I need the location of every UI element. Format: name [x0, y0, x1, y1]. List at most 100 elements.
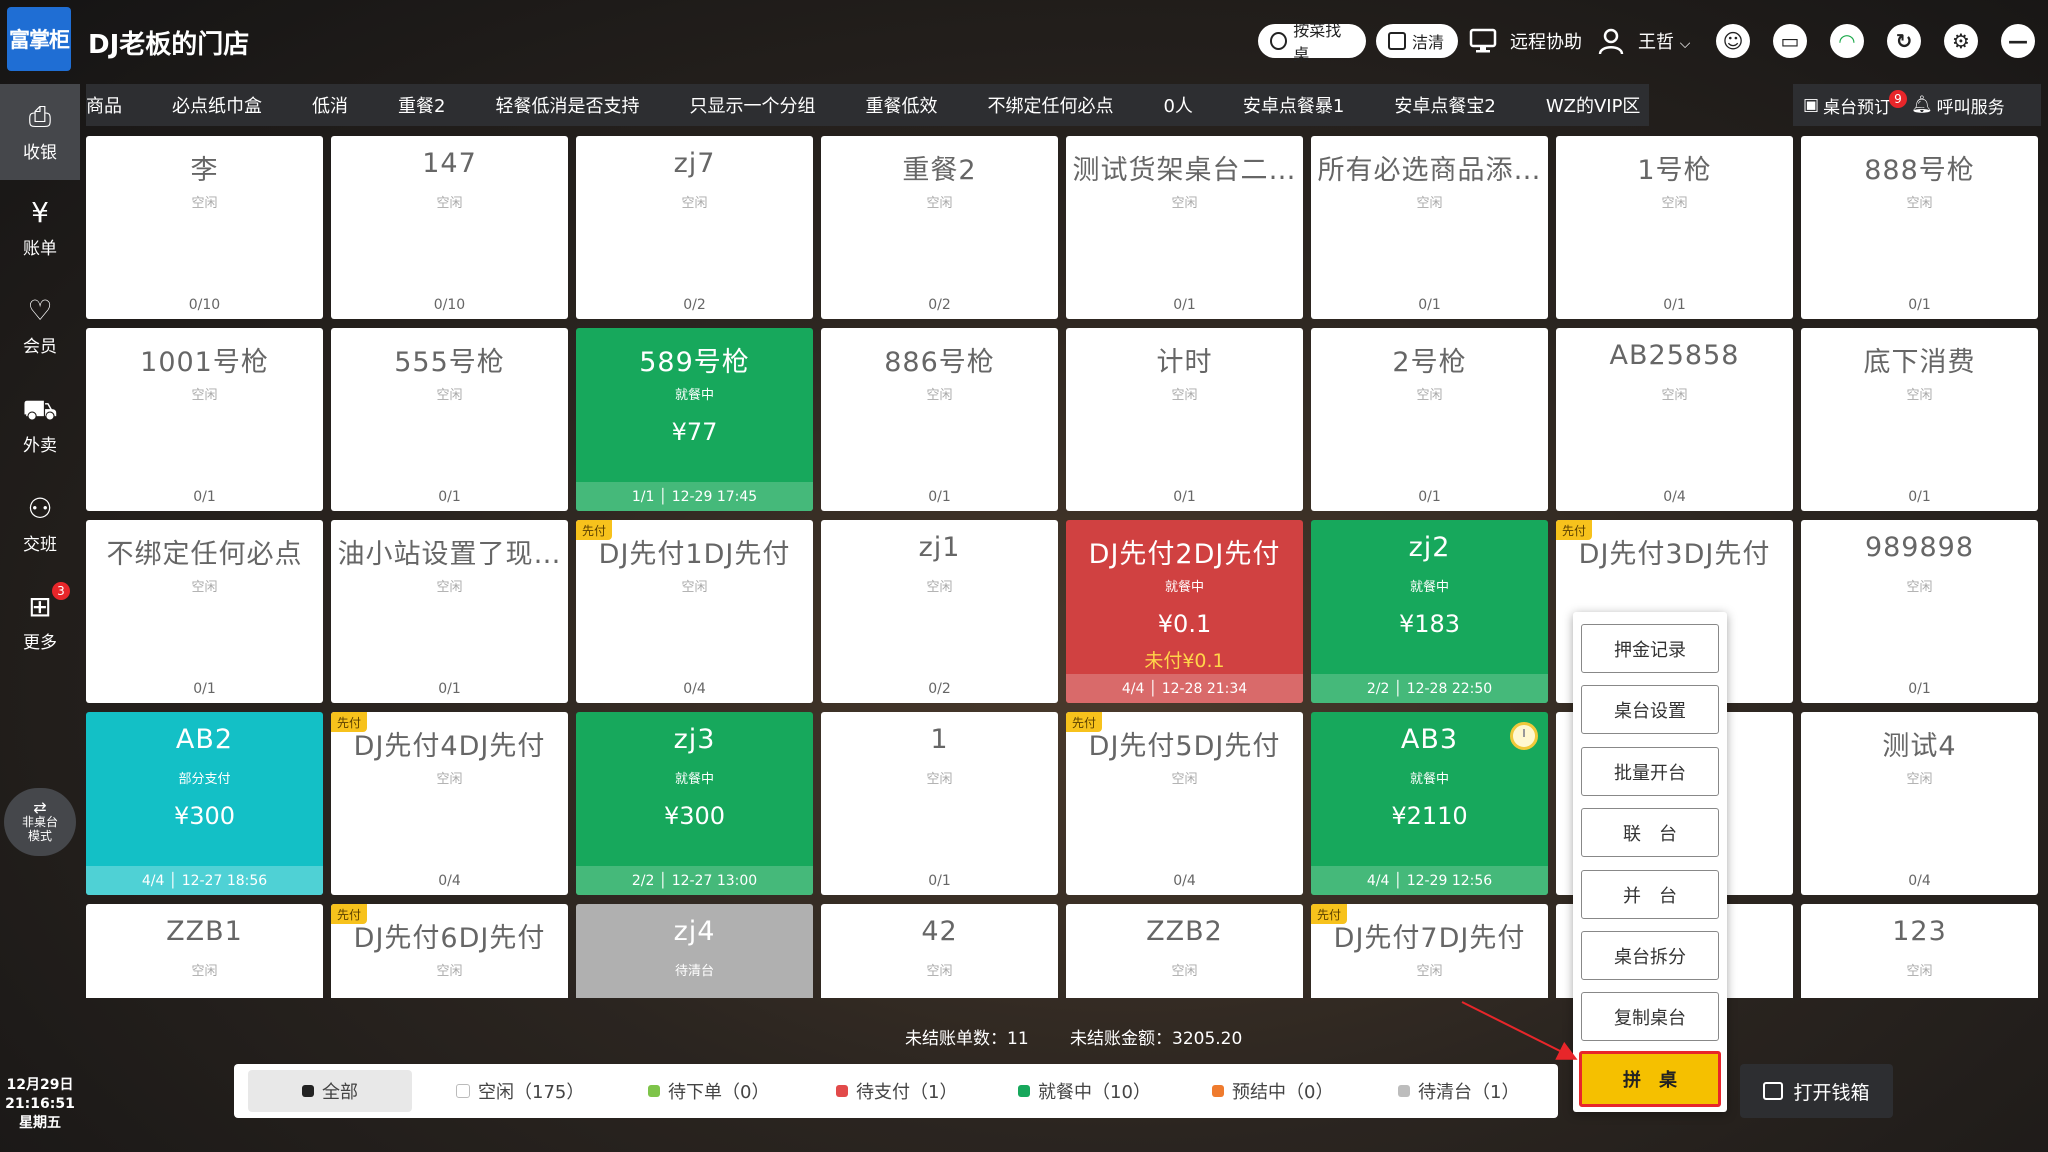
table-status: 空闲 — [436, 772, 463, 787]
table-card[interactable]: 1 空闲 0/1 — [821, 712, 1058, 895]
table-card[interactable]: 不绑定任何必点 空闲 0/1 — [86, 520, 323, 703]
remote-help-link[interactable]: 远程协助 — [1510, 28, 1582, 54]
filter-all[interactable]: 全部 — [248, 1070, 412, 1112]
settings-gear-icon[interactable]: ⚙ — [1940, 20, 1982, 62]
sidebar-item-more[interactable]: ⊞ 更多 3 — [0, 574, 80, 670]
customer-service-icon[interactable]: ☺ — [1712, 20, 1754, 62]
tab-area[interactable]: 重餐低效 — [840, 92, 962, 118]
table-card[interactable]: 1001号枪 空闲 0/1 — [86, 328, 323, 511]
table-status: 就餐中 — [1164, 580, 1204, 595]
minimize-icon[interactable]: — — [1997, 20, 2039, 62]
table-card[interactable]: 计时 空闲 0/1 — [1066, 328, 1303, 511]
table-card[interactable]: 589号枪 就餐中 ¥77 1/1 │ 12-29 17:45 — [576, 328, 813, 511]
table-card[interactable]: AB3 就餐中 ¥2110 4/4 │ 12-29 12:56 — [1311, 712, 1548, 895]
wifi-icon[interactable]: ◠ — [1826, 20, 1868, 62]
non-table-mode-button[interactable]: ⇄ 非桌台 模式 — [4, 788, 76, 856]
monitor-icon[interactable] — [1462, 20, 1504, 62]
table-name: 所有必选商品添… — [1317, 155, 1542, 186]
sidebar-item-delivery[interactable]: ⛟ 外卖 — [0, 377, 80, 473]
table-card[interactable]: 888号枪 空闲 0/1 — [1801, 136, 2038, 319]
mode-label-line1: 非桌台 — [21, 815, 58, 829]
table-card[interactable]: zj1 空闲 0/2 — [821, 520, 1058, 703]
table-name: 989898 — [1864, 532, 1975, 563]
sidebar-item-member[interactable]: ♡ 会员 — [0, 278, 80, 374]
table-card[interactable]: 油小站设置了现… 空闲 0/1 — [331, 520, 568, 703]
table-card[interactable]: DJ先付1DJ先付 空闲 0/4 先付 — [576, 520, 813, 703]
table-card[interactable]: 886号枪 空闲 0/1 — [821, 328, 1058, 511]
tab-area[interactable]: 重餐2 — [373, 92, 470, 118]
clean-button[interactable]: 洁清 — [1376, 24, 1458, 58]
deposit-records-item[interactable]: 押金记录 — [1581, 624, 1719, 673]
table-card[interactable]: 147 空闲 0/10 — [331, 136, 568, 319]
table-card[interactable]: ZZB1 空闲 — [86, 904, 323, 998]
brand-logo: 富掌柜 — [7, 7, 71, 71]
open-cash-drawer-button[interactable]: 打开钱箱 — [1740, 1064, 1893, 1118]
split-table-item[interactable]: 桌台拆分 — [1581, 931, 1719, 980]
table-card[interactable]: 2号枪 空闲 0/1 — [1311, 328, 1548, 511]
tab-area[interactable]: 轻餐低消是否支持 — [470, 92, 664, 118]
sidebar-item-cashier[interactable]: ⎙ 收银 — [0, 84, 80, 180]
more-badge: 3 — [52, 582, 70, 600]
table-amount: ¥183 — [1398, 610, 1461, 638]
table-card[interactable]: AB25858 空闲 0/4 — [1556, 328, 1793, 511]
call-service-button[interactable]: 🔔︎ 呼叫服务 — [1901, 93, 2015, 118]
screen-icon[interactable]: ▭ — [1769, 20, 1811, 62]
table-card[interactable]: AB2 部分支付 ¥300 4/4 │ 12-27 18:56 — [86, 712, 323, 895]
table-status: 空闲 — [1171, 196, 1198, 211]
table-card[interactable]: 测试货架桌台二… 空闲 0/1 — [1066, 136, 1303, 319]
table-card[interactable]: 123 空闲 — [1801, 904, 2038, 998]
table-card[interactable]: 重餐2 空闲 0/2 — [821, 136, 1058, 319]
share-table-item[interactable]: 拼 桌 — [1579, 1051, 1721, 1107]
filter-dining[interactable]: 就餐中（10） — [1018, 1064, 1151, 1118]
merge-tables-item[interactable]: 并 台 — [1581, 870, 1719, 919]
link-tables-item[interactable]: 联 台 — [1581, 808, 1719, 857]
tab-area[interactable]: 安卓点餐暴1 — [1218, 92, 1369, 118]
table-card[interactable]: 李空闲 0/10 — [86, 136, 323, 319]
search-by-dish-button[interactable]: 按菜找桌 — [1258, 21, 1366, 64]
table-card[interactable]: DJ先付6DJ先付 空闲 先付 — [331, 904, 568, 998]
tab-area[interactable]: 不绑定任何必点 — [962, 92, 1138, 118]
table-status: 空闲 — [1906, 580, 1933, 595]
table-guest-count: 0/1 — [193, 681, 216, 697]
tab-area[interactable]: 低消 — [287, 92, 373, 118]
filter-idle[interactable]: 空闲（175） — [456, 1064, 584, 1118]
refresh-icon[interactable]: ↻ — [1883, 20, 1925, 62]
user-menu[interactable]: 王哲 ⌵ — [1638, 28, 1690, 54]
table-card[interactable]: zj2 就餐中 ¥183 2/2 │ 12-28 22:50 — [1311, 520, 1548, 703]
table-card[interactable]: 底下消费 空闲 0/1 — [1801, 328, 2038, 511]
table-card[interactable]: 989898 空闲 0/1 — [1801, 520, 2038, 703]
table-card[interactable]: 1号枪 空闲 0/1 — [1556, 136, 1793, 319]
tab-area[interactable]: 必点纸巾盒 — [147, 92, 287, 118]
tab-area[interactable]: 商品 — [86, 92, 147, 118]
sidebar-item-bills[interactable]: ¥ 账单 — [0, 180, 80, 276]
sidebar-item-shift[interactable]: ⚇ 交班 — [0, 476, 80, 572]
filter-to-clean[interactable]: 待清台（1） — [1398, 1064, 1519, 1118]
copy-table-item[interactable]: 复制桌台 — [1581, 992, 1719, 1041]
table-card[interactable]: DJ先付7DJ先付 空闲 先付 — [1311, 904, 1548, 998]
table-card[interactable]: 42 空闲 — [821, 904, 1058, 998]
tab-area[interactable]: WZ的VIP区 — [1521, 92, 1649, 118]
table-status: 空闲 — [681, 196, 708, 211]
sidebar-item-label: 外卖 — [23, 435, 57, 456]
table-card[interactable]: zj4 待清台 — [576, 904, 813, 998]
batch-open-item[interactable]: 批量开台 — [1581, 747, 1719, 796]
call-service-label: 呼叫服务 — [1936, 97, 2005, 118]
table-name: 不绑定任何必点 — [106, 539, 303, 570]
filter-pre-settle[interactable]: 预结中（0） — [1212, 1064, 1333, 1118]
table-card[interactable]: zj3 就餐中 ¥300 2/2 │ 12-27 13:00 — [576, 712, 813, 895]
tab-area[interactable]: 只显示一个分组 — [664, 92, 840, 118]
table-settings-item[interactable]: 桌台设置 — [1581, 685, 1719, 734]
table-card[interactable]: 所有必选商品添… 空闲 0/1 — [1311, 136, 1548, 319]
tab-area[interactable]: 安卓点餐宝2 — [1369, 92, 1520, 118]
table-card[interactable]: 测试4 空闲 0/4 — [1801, 712, 2038, 895]
table-card[interactable]: DJ先付4DJ先付 空闲 0/4 先付 — [331, 712, 568, 895]
filter-pending-order[interactable]: 待下单（0） — [648, 1064, 769, 1118]
table-card[interactable]: zj7 空闲 0/2 — [576, 136, 813, 319]
filter-pending-payment[interactable]: 待支付（1） — [836, 1064, 957, 1118]
table-card[interactable]: ZZB2 空闲 — [1066, 904, 1303, 998]
table-card[interactable]: DJ先付5DJ先付 空闲 0/4 先付 — [1066, 712, 1303, 895]
table-card[interactable]: DJ先付2DJ先付 就餐中 ¥0.1 未付¥0.1 4/4 │ 12-28 21:34 — [1066, 520, 1303, 703]
table-card[interactable]: 555号枪 空闲 0/1 — [331, 328, 568, 511]
table-reservation-button[interactable]: ▣ 桌台预订 9 — [1793, 89, 1907, 118]
tab-area[interactable]: 0人 — [1138, 92, 1217, 118]
